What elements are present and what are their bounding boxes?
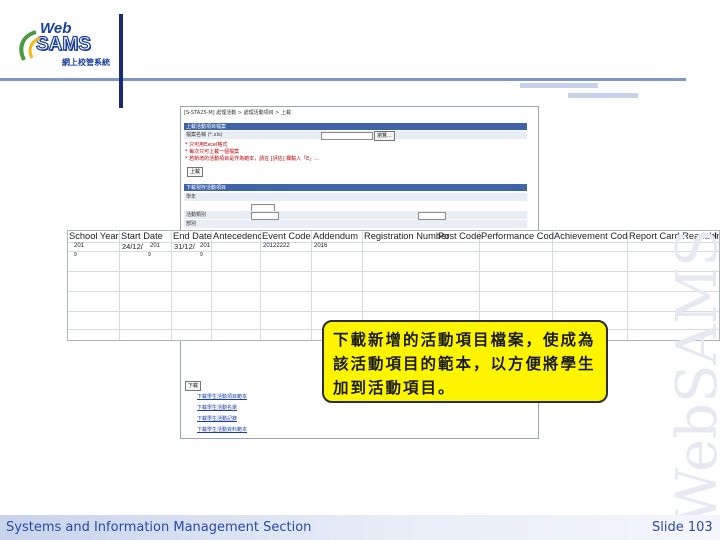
year-label: 學年 [186, 194, 197, 200]
divider-line [0, 78, 686, 81]
table-cell: 20122222 [263, 243, 290, 249]
table-cell: 2016 [314, 243, 328, 249]
table-header-cell: Addendum [313, 231, 358, 241]
slide-number: Slide 103 [652, 520, 713, 535]
table-cell: 31/12/ [174, 242, 195, 251]
callout-line: 該活動項目的範本，以方便將學生 [333, 354, 596, 373]
table-rule [68, 271, 719, 272]
table-cell: 9 [200, 252, 203, 258]
file-input[interactable] [321, 132, 373, 140]
download-link[interactable]: 下載學生活動資料範本 [197, 426, 247, 433]
table-cell: 201 [150, 243, 161, 249]
category-row: 活動類別 [184, 211, 527, 219]
table-cell: 201 [74, 243, 85, 249]
table-header-cell: End Date [173, 231, 212, 241]
logo-swoosh [16, 30, 46, 64]
table-header-cell: Achievement Code [554, 231, 628, 241]
download-link[interactable]: 下載學生活動記錄 [197, 415, 237, 422]
section-header-upload: 上載活動項目檔案 [184, 123, 527, 130]
table-cell: 201 [200, 243, 211, 249]
table-rule [68, 291, 719, 292]
table-header-cell: School Year [69, 231, 119, 241]
table-header-cell: Start Date [121, 231, 163, 241]
category-select[interactable] [251, 212, 279, 220]
breadcrumb: [S-STA25-M] 處理活動 > 處理活動項目 > 上載 [184, 110, 291, 116]
logo-swoosh-icon [19, 30, 41, 61]
callout-line: 下載新增的活動項目檔案，使成為 [333, 330, 596, 349]
vertical-accent-bar [119, 14, 123, 108]
note-line: * 每次只可上載一個檔案 [185, 149, 240, 155]
logo-chinese-text: 網上校管系統 [62, 58, 110, 67]
table-cell: 24/12/ [122, 242, 143, 251]
upload-button[interactable]: 上載 [187, 167, 204, 177]
dept-row: 部別 [184, 220, 527, 228]
table-cell: 9 [74, 252, 77, 258]
callout-box: 下載新增的活動項目檔案，使成為 該活動項目的範本，以方便將學生 加到活動項目。 [322, 320, 608, 403]
decor-stripe [568, 93, 638, 98]
file-label: 檔案名稱 (*.xls) [186, 132, 223, 138]
table-cell: 9 [148, 252, 151, 258]
table-header-cell: Performance Code [481, 231, 554, 241]
sub-category-select[interactable] [418, 212, 446, 220]
callout-line: 加到活動項目。 [333, 378, 456, 397]
table-header-cell: Antecedence [213, 231, 261, 241]
footer-section-name: Systems and Information Management Secti… [6, 520, 312, 535]
category-label: 活動類別 [186, 212, 207, 218]
table-rule [68, 311, 719, 312]
download-link[interactable]: 下載學生活動名單 [197, 404, 237, 411]
dept-label: 部別 [186, 221, 197, 227]
decor-stripe [520, 83, 598, 88]
download-button[interactable]: 下載 [185, 381, 202, 391]
note-line: * 若新增的活動項目是作為範本，請在 [評估] 欄輸入「E」... [185, 156, 320, 162]
section-header-download: 下載現存活動項目 [184, 184, 527, 191]
download-link[interactable]: 下載學生活動項目範本 [197, 393, 247, 400]
watermark-text: WebSAMS [665, 228, 720, 526]
browse-button[interactable]: 瀏覽... [374, 131, 395, 141]
note-line: * 只可用Excel格式 [185, 142, 228, 148]
year-row: 學年 [184, 193, 527, 201]
table-header-cell: Event Code [262, 231, 311, 241]
table-col-line [627, 231, 628, 340]
